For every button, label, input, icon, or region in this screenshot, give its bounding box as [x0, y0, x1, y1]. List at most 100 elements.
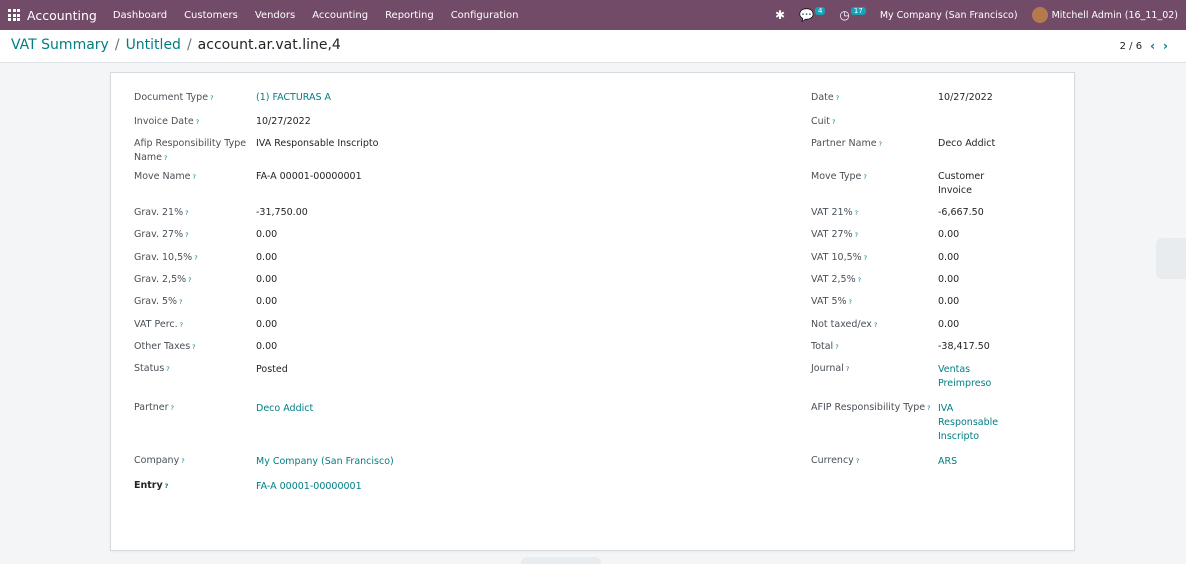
label-total: Total?: [811, 341, 839, 352]
activity-button[interactable]: ◷ 17: [839, 7, 866, 22]
help-icon[interactable]: ?: [864, 254, 867, 262]
value-company[interactable]: My Company (San Francisco): [256, 455, 394, 469]
value-grav-10-5: 0.00: [256, 252, 278, 263]
help-icon[interactable]: ?: [164, 154, 167, 162]
help-icon[interactable]: ?: [836, 94, 839, 102]
help-icon[interactable]: ?: [165, 482, 169, 490]
value-grav-2-5: 0.00: [256, 274, 278, 285]
label-grav-5: Grav. 5%?: [134, 296, 183, 307]
user-menu[interactable]: Mitchell Admin (16_11_02): [1052, 10, 1178, 21]
value-afip-responsibility-type[interactable]: IVA Responsable Inscripto: [938, 402, 1008, 444]
value-vat-10-5: 0.00: [938, 252, 960, 263]
menu-vendors[interactable]: Vendors: [255, 10, 295, 21]
help-icon[interactable]: ?: [166, 365, 169, 373]
help-icon[interactable]: ?: [832, 118, 835, 126]
value-grav-21: -31,750.00: [256, 207, 308, 218]
label-date: Date?: [811, 92, 840, 103]
value-date: 10/27/2022: [938, 92, 993, 103]
help-icon[interactable]: ?: [210, 94, 213, 102]
help-icon[interactable]: ?: [181, 457, 184, 465]
value-move-name: FA-A 00001-00000001: [256, 171, 362, 182]
app-name[interactable]: Accounting: [27, 8, 97, 23]
help-icon[interactable]: ?: [185, 231, 188, 239]
help-icon[interactable]: ?: [846, 365, 849, 373]
help-icon[interactable]: ?: [180, 321, 183, 329]
label-vat-21: VAT 21%?: [811, 207, 859, 218]
value-vat-2-5: 0.00: [938, 274, 960, 285]
chevron-left-icon[interactable]: ‹: [1150, 39, 1155, 53]
value-invoice-date: 10/27/2022: [256, 116, 311, 127]
help-icon[interactable]: ?: [185, 209, 188, 217]
label-invoice-date: Invoice Date?: [134, 116, 200, 127]
value-partner[interactable]: Deco Addict: [256, 402, 313, 416]
chat-icon: 💬: [799, 8, 814, 22]
chatter-toggle-tab[interactable]: [1156, 238, 1186, 279]
value-move-type: Customer Invoice: [938, 171, 985, 196]
value-grav-5: 0.00: [256, 296, 278, 307]
help-icon[interactable]: ?: [835, 343, 838, 351]
menu-dashboard[interactable]: Dashboard: [113, 10, 167, 21]
help-icon[interactable]: ?: [171, 404, 174, 412]
pager-value[interactable]: 2 / 6: [1120, 41, 1142, 52]
help-icon[interactable]: ?: [179, 298, 182, 306]
activity-badge: 17: [850, 7, 866, 15]
value-total: -38,417.50: [938, 341, 990, 352]
value-afip-responsibility-type-name: IVA Responsable Inscripto: [256, 138, 379, 149]
label-grav-21: Grav. 21%?: [134, 207, 189, 218]
company-switcher[interactable]: My Company (San Francisco): [880, 10, 1018, 21]
help-icon[interactable]: ?: [863, 173, 866, 181]
chevron-right-icon[interactable]: ›: [1163, 39, 1168, 53]
help-icon[interactable]: ?: [855, 209, 858, 217]
bottom-handle[interactable]: [521, 557, 601, 564]
label-vat-perc: VAT Perc.?: [134, 319, 184, 330]
avatar[interactable]: [1031, 7, 1048, 23]
help-icon[interactable]: ?: [879, 140, 882, 148]
help-icon[interactable]: ?: [855, 231, 858, 239]
bug-icon[interactable]: ✱: [775, 8, 785, 22]
help-icon[interactable]: ?: [927, 404, 930, 412]
top-navbar: Accounting Dashboard Customers Vendors A…: [0, 0, 1186, 30]
breadcrumb-separator: /: [114, 37, 120, 53]
apps-menu-icon[interactable]: [8, 9, 20, 21]
label-grav-2-5: Grav. 2,5%?: [134, 274, 192, 285]
label-company: Company?: [134, 455, 185, 466]
value-grav-27: 0.00: [256, 229, 278, 240]
pager: 2 / 6 ‹ ›: [1120, 39, 1168, 53]
label-vat-5: VAT 5%?: [811, 296, 852, 307]
menu-configuration[interactable]: Configuration: [451, 10, 519, 21]
help-icon[interactable]: ?: [858, 276, 861, 284]
breadcrumb-separator: /: [186, 37, 192, 53]
value-status: Posted: [256, 364, 288, 375]
value-entry[interactable]: FA-A 00001-00000001: [256, 480, 362, 494]
help-icon[interactable]: ?: [192, 343, 195, 351]
menu-reporting[interactable]: Reporting: [385, 10, 434, 21]
chat-badge: 4: [814, 7, 826, 15]
breadcrumb: VAT Summary / Untitled / account.ar.vat.…: [11, 37, 341, 53]
label-other-taxes: Other Taxes?: [134, 341, 196, 352]
label-afip-responsibility-type: AFIP Responsibility Type?: [811, 402, 931, 413]
label-grav-10-5: Grav. 10,5%?: [134, 252, 198, 263]
value-document-type[interactable]: (1) FACTURAS A: [256, 91, 331, 105]
help-icon[interactable]: ?: [849, 298, 852, 306]
value-partner-name: Deco Addict: [938, 138, 996, 149]
menu-accounting[interactable]: Accounting: [312, 10, 368, 21]
label-grav-27: Grav. 27%?: [134, 229, 189, 240]
help-icon[interactable]: ?: [874, 321, 877, 329]
value-currency[interactable]: ARS: [938, 455, 957, 469]
help-icon[interactable]: ?: [188, 276, 191, 284]
breadcrumb-untitled[interactable]: Untitled: [126, 37, 181, 53]
value-journal[interactable]: Ventas Preimpreso: [938, 363, 998, 391]
help-icon[interactable]: ?: [193, 173, 196, 181]
chat-button[interactable]: 💬 4: [799, 7, 826, 22]
form-sheet: Document Type? (1) FACTURAS A Invoice Da…: [110, 72, 1075, 551]
help-icon[interactable]: ?: [856, 457, 859, 465]
help-icon[interactable]: ?: [196, 118, 199, 126]
menu-customers[interactable]: Customers: [184, 10, 238, 21]
label-not-taxed: Not taxed/ex?: [811, 319, 878, 330]
label-partner: Partner?: [134, 402, 174, 413]
value-vat-5: 0.00: [938, 296, 960, 307]
label-status: Status?: [134, 363, 170, 374]
label-vat-2-5: VAT 2,5%?: [811, 274, 862, 285]
breadcrumb-vat-summary[interactable]: VAT Summary: [11, 37, 109, 53]
help-icon[interactable]: ?: [194, 254, 197, 262]
